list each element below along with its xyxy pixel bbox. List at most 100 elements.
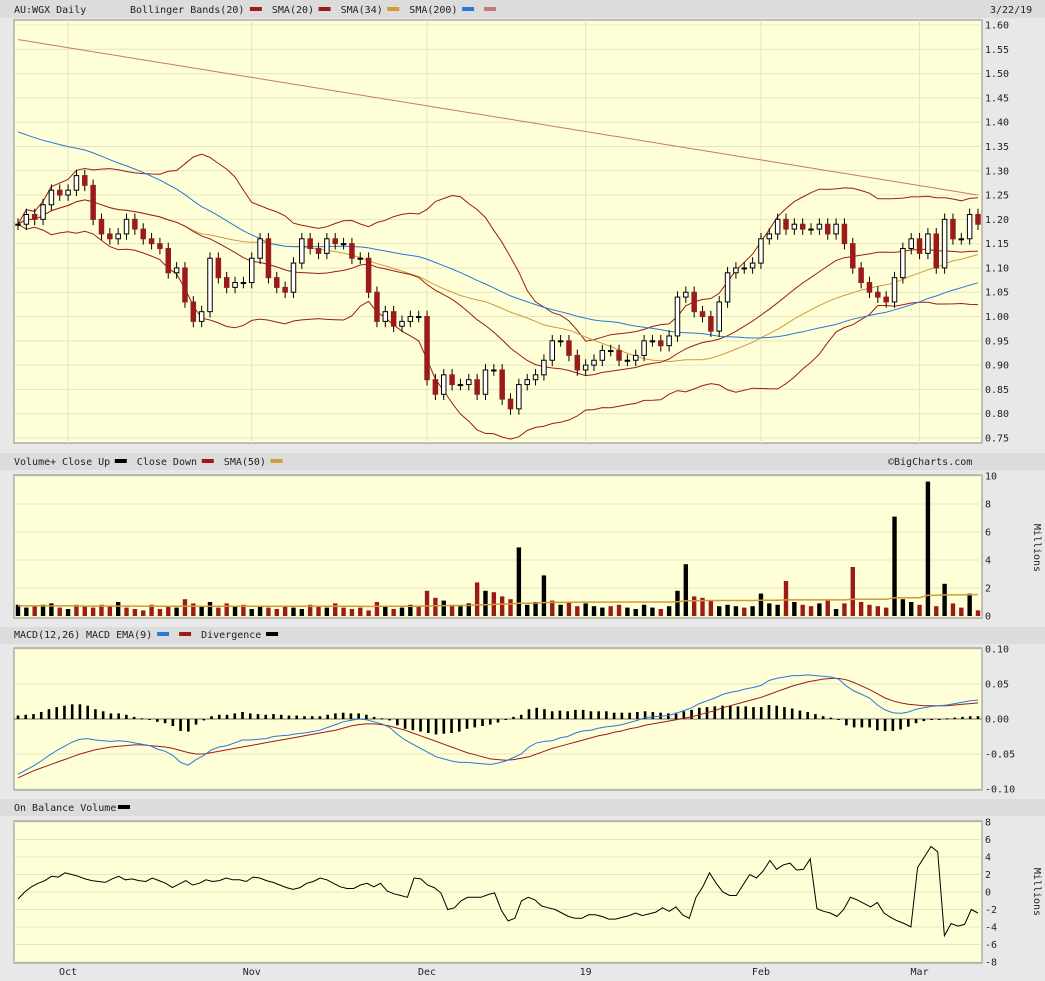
volume-bar-81 <box>691 596 697 616</box>
candle-body-4 <box>48 189 55 206</box>
candle-body-105 <box>891 277 898 303</box>
divergence-bar-77 <box>612 712 616 719</box>
volume-bar-97 <box>825 600 830 616</box>
candle-body-69 <box>591 359 597 366</box>
volume-bar-18 <box>166 606 171 616</box>
divergence-bar-97 <box>767 705 771 719</box>
volume-bar-30 <box>266 607 271 616</box>
divergence-bar-102 <box>806 712 809 719</box>
divergence-bar-9 <box>86 705 89 719</box>
candle-body-10 <box>98 218 105 235</box>
divergence-bar-11 <box>101 711 105 719</box>
volume-bar-105 <box>892 516 897 616</box>
legend-swatch-0 <box>249 7 262 11</box>
divergence-bar-18 <box>156 719 159 722</box>
volume-bar-17 <box>157 609 163 616</box>
volume-bar-55 <box>474 582 480 616</box>
divergence-bar-82 <box>651 712 655 719</box>
volume-bar-21 <box>191 603 196 616</box>
candle-body-58 <box>499 369 505 400</box>
volume-bar-59 <box>508 599 513 616</box>
candle-body-93 <box>791 223 798 230</box>
obv-panel: On Balance Volume 8 6 4 2 0 -2 -4 -6 -8 Millions… <box>0 799 1045 978</box>
candle-body-3 <box>40 204 46 220</box>
candle-body-66 <box>566 340 572 356</box>
divergence-bar-57 <box>457 719 461 732</box>
y-tick-label-4: 2 <box>985 584 991 595</box>
divergence-bar-43 <box>349 713 353 719</box>
candle-body-28 <box>248 257 255 284</box>
candle-body-52 <box>449 374 455 386</box>
candle-body-29 <box>257 238 263 259</box>
volume-bar-72 <box>616 604 622 616</box>
volume-bar-29 <box>257 606 263 616</box>
candle-body-21 <box>190 301 197 322</box>
candle-body-15 <box>140 228 146 240</box>
volume-bar-104 <box>883 607 889 616</box>
candle-body-5 <box>56 189 63 196</box>
divergence-bar-33 <box>272 714 275 719</box>
divergence-bar-110 <box>868 719 871 728</box>
y-tick-label-5: 1.35 <box>985 142 1009 153</box>
y-tick-label-4: -0.10 <box>985 785 1015 796</box>
divergence-bar-44 <box>357 713 360 719</box>
volume-bar-77 <box>658 609 663 616</box>
divergence-bar-10 <box>94 709 97 719</box>
divergence-bar-116 <box>914 719 918 724</box>
volume-bar-111 <box>942 583 947 616</box>
candle-body-60 <box>516 384 522 410</box>
price-title: AU:WGX Daily <box>14 5 86 16</box>
candle-body-101 <box>858 267 864 284</box>
volume-bar-50 <box>433 597 438 616</box>
volume-bar-43 <box>374 602 380 616</box>
candle-body-67 <box>574 354 581 371</box>
candle-body-75 <box>641 340 647 356</box>
candle-body-46 <box>399 320 405 327</box>
volume-bar-66 <box>566 602 572 616</box>
divergence-bar-58 <box>465 719 469 729</box>
y-tick-label-8: -8 <box>985 958 997 969</box>
volume-bar-31 <box>274 609 279 616</box>
candle-body-81 <box>691 291 697 313</box>
candle-body-90 <box>766 233 773 240</box>
legend-swatch-3 <box>462 7 475 11</box>
divergence-bar-69 <box>550 711 554 719</box>
candle-body-59 <box>507 398 514 410</box>
volume-bar-107 <box>909 602 914 616</box>
stock-chart: AU:WGX Daily 3/22/19 Bollinger Bands(20)… <box>0 0 1045 978</box>
y-tick-label-16: 0.80 <box>985 409 1009 420</box>
y-tick-label-14: 0.90 <box>985 361 1009 372</box>
divergence-bar-31 <box>256 714 260 719</box>
volume-bar-6 <box>65 609 71 616</box>
divergence-bar-14 <box>125 714 128 719</box>
volume-bar-42 <box>366 610 371 616</box>
volume-bar-63 <box>541 575 547 616</box>
divergence-bar-108 <box>852 719 856 728</box>
x-tick-label-1: Nov <box>243 967 261 978</box>
y-tick-label-4: 0 <box>985 888 991 899</box>
candle-body-89 <box>758 238 764 264</box>
divergence-bar-15 <box>132 716 136 719</box>
candle-body-17 <box>157 243 163 250</box>
divergence-bar-64 <box>512 716 515 719</box>
volume-bar-37 <box>324 607 330 616</box>
divergence-bar-96 <box>759 707 763 719</box>
volume-bar-99 <box>842 603 847 616</box>
candle-body-113 <box>958 238 965 241</box>
candle-body-13 <box>123 218 130 235</box>
candle-body-63 <box>541 359 547 376</box>
divergence-bar-78 <box>620 712 624 719</box>
legend-swatch-1 <box>318 7 331 11</box>
divergence-bar-70 <box>558 710 562 719</box>
volume-bar-90 <box>767 603 772 616</box>
candle-body-110 <box>933 233 940 269</box>
y-tick-label-6: 1.30 <box>985 166 1009 177</box>
volume-bar-58 <box>499 596 505 616</box>
volume-bar-79 <box>675 590 680 616</box>
y-tick-label-0: 0.10 <box>985 645 1009 656</box>
volume-panel: Volume+ ©BigCharts.com Close Up Close Dow… <box>0 453 1045 623</box>
divergence-bar-55 <box>442 719 446 734</box>
volume-bar-112 <box>950 603 956 616</box>
volume-title: Volume+ <box>14 457 56 468</box>
candle-body-1 <box>23 213 30 225</box>
